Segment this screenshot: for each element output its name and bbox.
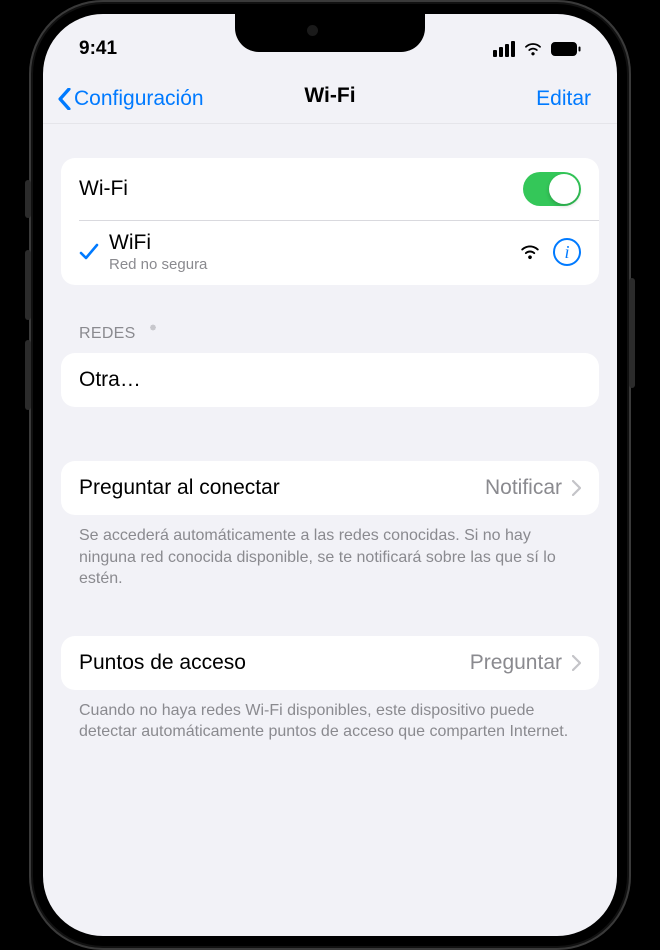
hotspot-group: Puntos de acceso Preguntar xyxy=(61,636,599,690)
wifi-toggle-row: Wi-Fi xyxy=(61,158,599,220)
ask-to-join-value: Notificar xyxy=(485,476,562,500)
chevron-left-icon xyxy=(57,88,72,110)
back-button[interactable]: Configuración xyxy=(57,87,204,111)
hotspot-label: Puntos de acceso xyxy=(79,651,246,675)
chevron-right-icon xyxy=(572,480,581,496)
notch xyxy=(235,14,425,52)
status-time: 9:41 xyxy=(79,38,117,60)
ask-to-join-row[interactable]: Preguntar al conectar Notificar xyxy=(61,461,599,515)
wifi-status-icon xyxy=(523,42,543,57)
phone-frame: 9:41 Configuración Wi-Fi Editar Wi- xyxy=(29,0,631,950)
other-network-row[interactable]: Otra… xyxy=(61,353,599,407)
connected-network-subtitle: Red no segura xyxy=(109,256,207,273)
ask-to-join-footer: Se accederá automáticamente a las redes … xyxy=(61,515,599,590)
wifi-signal-icon xyxy=(519,244,541,261)
battery-icon xyxy=(551,42,581,56)
wifi-main-group: Wi-Fi WiFi Red no segura i xyxy=(61,158,599,285)
checkmark-icon xyxy=(79,243,109,261)
nav-bar: Configuración Wi-Fi Editar xyxy=(43,74,617,124)
edit-button[interactable]: Editar xyxy=(536,87,591,111)
chevron-right-icon xyxy=(572,655,581,671)
networks-header-label: Redes xyxy=(79,325,136,343)
page-title: Wi-Fi xyxy=(304,84,355,108)
wifi-toggle[interactable] xyxy=(523,172,581,206)
other-networks-group: Otra… xyxy=(61,353,599,407)
volume-down-button xyxy=(25,340,31,410)
ask-to-join-group: Preguntar al conectar Notificar xyxy=(61,461,599,515)
other-network-label: Otra… xyxy=(79,368,141,392)
screen: 9:41 Configuración Wi-Fi Editar Wi- xyxy=(43,14,617,936)
volume-up-button xyxy=(25,250,31,320)
back-label: Configuración xyxy=(74,87,204,111)
power-button xyxy=(629,278,635,388)
connected-network-row[interactable]: WiFi Red no segura i xyxy=(79,220,599,285)
ask-to-join-label: Preguntar al conectar xyxy=(79,476,280,500)
hotspot-value: Preguntar xyxy=(470,651,562,675)
status-indicators xyxy=(493,41,581,57)
hotspot-row[interactable]: Puntos de acceso Preguntar xyxy=(61,636,599,690)
connected-network-name: WiFi xyxy=(109,231,207,255)
hotspot-footer: Cuando no haya redes Wi-Fi disponibles, … xyxy=(61,690,599,743)
network-info-button[interactable]: i xyxy=(553,238,581,266)
networks-section-header: Redes xyxy=(61,285,599,353)
content-area: Wi-Fi WiFi Red no segura i xyxy=(43,124,617,743)
wifi-toggle-label: Wi-Fi xyxy=(79,177,128,201)
spinner-icon xyxy=(144,325,162,343)
silent-switch xyxy=(25,180,31,218)
cellular-signal-icon xyxy=(493,41,515,57)
